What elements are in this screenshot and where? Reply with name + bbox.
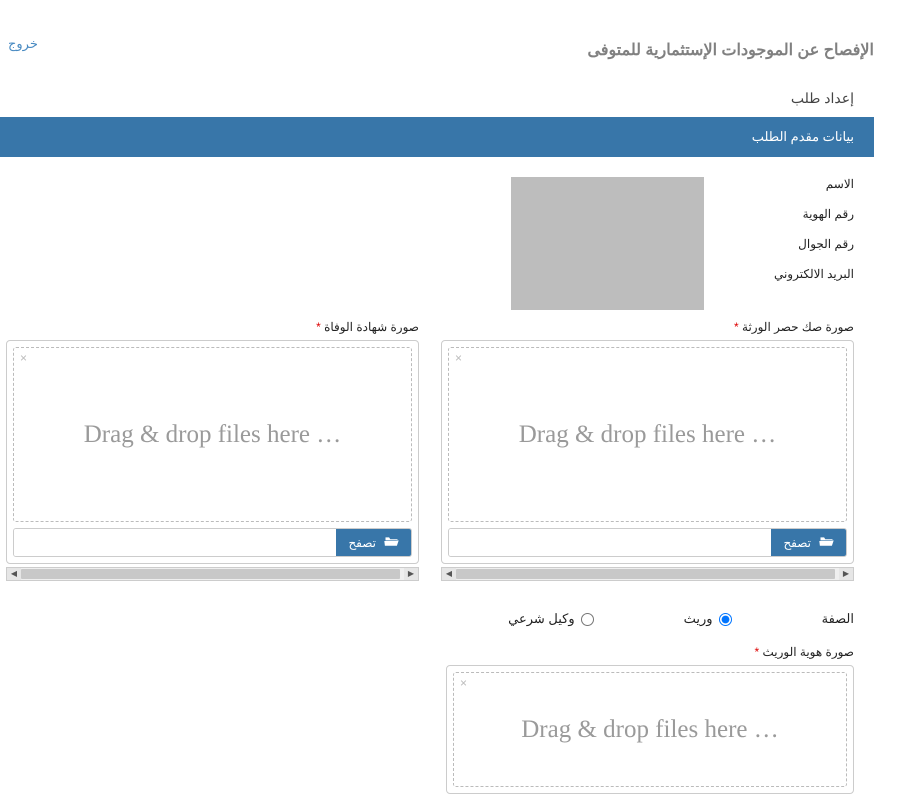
close-icon[interactable]: × [460,676,467,690]
heirs-deed-dropzone[interactable]: × Drag & drop files here … [448,347,847,522]
radio-heir[interactable]: وريث [684,611,732,627]
radio-legal-agent-input[interactable] [581,613,594,626]
capacity-label: الصفة [822,611,854,627]
logout-link[interactable]: خروج [8,36,38,52]
heir-id-dropzone[interactable]: × Drag & drop files here … [453,672,847,787]
applicant-info-row: الاسم رقم الهوية رقم الجوال البريد الالك… [0,177,854,310]
required-mark: * [734,320,739,334]
applicant-photo-placeholder [511,177,704,310]
heirs-deed-column: صورة صك حصر الورثة * × Drag & drop files… [441,320,854,581]
radio-legal-agent[interactable]: وكيل شرعي [508,611,594,627]
section-prepare-label: إعداد طلب [0,90,854,107]
scroll-thumb[interactable] [456,569,835,579]
folder-open-icon [819,535,834,550]
death-cert-column: صورة شهادة الوفاة * × Drag & drop files … [6,320,419,581]
browse-button[interactable]: تصفح [771,529,846,556]
dropzone-text: Drag & drop files here … [84,421,342,449]
heir-id-upload-box: × Drag & drop files here … [446,665,854,794]
capacity-radio-row: الصفة وريث وكيل شرعي [0,611,854,627]
label-mobile: رقم الجوال [744,237,854,251]
close-icon[interactable]: × [455,351,462,365]
dropzone-text: Drag & drop files here … [521,716,779,744]
death-cert-label: صورة شهادة الوفاة * [6,320,419,334]
scroll-left-arrow[interactable]: ◀ [442,568,456,580]
death-cert-filename-input[interactable] [14,529,336,556]
label-email: البريد الالكتروني [744,267,854,281]
scroll-right-arrow[interactable]: ▶ [404,568,418,580]
browse-button[interactable]: تصفح [336,529,411,556]
label-id-number: رقم الهوية [744,207,854,221]
heirs-deed-label: صورة صك حصر الورثة * [441,320,854,334]
required-mark: * [316,320,321,334]
heirs-deed-upload-box: × Drag & drop files here … تصفح [441,340,854,564]
scroll-right-arrow[interactable]: ▶ [839,568,853,580]
radio-heir-input[interactable] [719,613,732,626]
heirs-deed-filename-input[interactable] [449,529,771,556]
scroll-thumb[interactable] [21,569,400,579]
horizontal-scrollbar[interactable]: ◀ ▶ [441,567,854,581]
scroll-left-arrow[interactable]: ◀ [7,568,21,580]
dropzone-text: Drag & drop files here … [519,421,777,449]
required-mark: * [754,645,759,659]
applicant-data-header: بيانات مقدم الطلب [0,117,874,157]
heir-id-label: صورة هوية الوريث * [446,645,854,659]
folder-open-icon [384,535,399,550]
death-cert-dropzone[interactable]: × Drag & drop files here … [13,347,412,522]
label-name: الاسم [744,177,854,191]
horizontal-scrollbar[interactable]: ◀ ▶ [6,567,419,581]
page-title: الإفصاح عن الموجودات الإستثمارية للمتوفى [20,40,874,60]
close-icon[interactable]: × [20,351,27,365]
death-cert-upload-box: × Drag & drop files here … تصفح [6,340,419,564]
